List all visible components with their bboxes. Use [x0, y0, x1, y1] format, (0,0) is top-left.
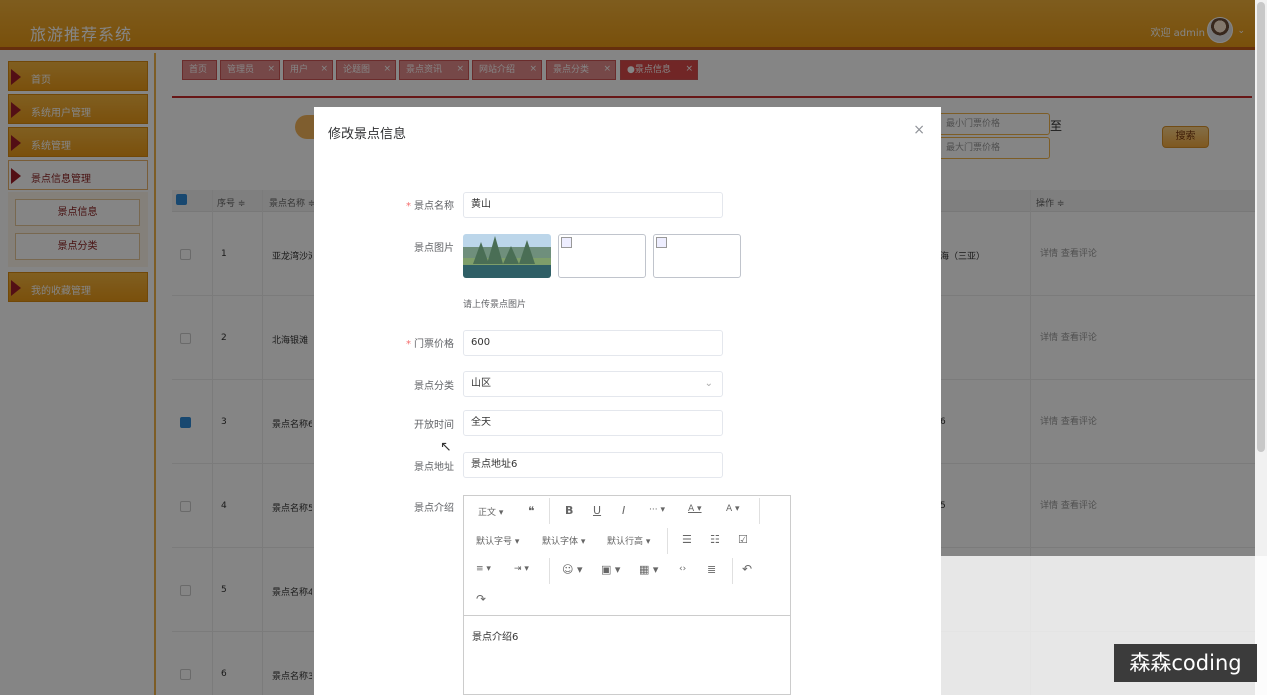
- divider-icon[interactable]: ≣: [707, 563, 716, 576]
- italic-icon[interactable]: I: [622, 504, 625, 517]
- divider: [759, 498, 760, 524]
- label-intro: 景点介绍: [414, 503, 454, 514]
- name-input[interactable]: 黄山: [463, 192, 723, 218]
- mountain-graphic: [503, 246, 519, 264]
- label-address: 景点地址: [414, 462, 454, 473]
- font-color-icon[interactable]: A ▾: [688, 504, 702, 514]
- paragraph-dropdown[interactable]: 正文 ▾: [478, 505, 503, 518]
- mountain-graphic: [519, 240, 535, 264]
- indent-dropdown[interactable]: ⇥ ▾: [514, 564, 529, 574]
- font-family-dropdown[interactable]: 默认字体 ▾: [542, 534, 585, 547]
- category-select[interactable]: 山区 ⌄: [463, 371, 723, 397]
- image-slot[interactable]: [653, 234, 741, 278]
- image-icon[interactable]: ▣ ▾: [601, 563, 620, 576]
- chevron-down-icon: ⌄: [704, 378, 713, 389]
- label-price: * 门票价格: [406, 339, 454, 350]
- emoji-icon[interactable]: ☺ ▾: [562, 563, 583, 576]
- upload-hint: 请上传景点图片: [463, 300, 527, 310]
- price-input[interactable]: 600: [463, 330, 723, 356]
- edit-scenic-dialog: 修改景点信息 × * 景点名称 黄山 景点图片 请上传景点图片 * 门票价格 600…: [314, 107, 941, 695]
- address-input[interactable]: 景点地址6: [463, 452, 723, 478]
- watermark: 森森coding: [1114, 644, 1257, 682]
- mouse-cursor-icon: ↖: [440, 439, 452, 455]
- label-open-time: 开放时间: [414, 420, 454, 431]
- underline-icon[interactable]: U: [593, 504, 601, 517]
- divider: [732, 558, 733, 584]
- broken-image-icon: [656, 237, 667, 248]
- open-time-input[interactable]: 全天: [463, 410, 723, 436]
- scrollbar-thumb[interactable]: [1257, 2, 1265, 452]
- dialog-title: 修改景点信息: [328, 127, 407, 142]
- quote-icon[interactable]: ❝: [528, 504, 534, 518]
- numbered-list-icon[interactable]: ☷: [710, 533, 720, 546]
- line-height-dropdown[interactable]: 默认行高 ▾: [607, 534, 650, 547]
- todo-icon[interactable]: ☑: [738, 533, 748, 546]
- bg-color-icon[interactable]: A ▾: [726, 504, 740, 514]
- bold-icon[interactable]: B: [565, 504, 573, 517]
- undo-icon[interactable]: ↶: [742, 562, 752, 576]
- rich-text-editor[interactable]: 正文 ▾ ❝ B U I ··· ▾ A ▾ A ▾ 默认字号 ▾ 默认字体 ▾…: [463, 495, 791, 695]
- editor-toolbar: 正文 ▾ ❝ B U I ··· ▾ A ▾ A ▾ 默认字号 ▾ 默认字体 ▾…: [464, 496, 790, 616]
- label-images: 景点图片: [414, 243, 454, 254]
- align-dropdown[interactable]: ≡ ▾: [476, 564, 491, 574]
- table-icon[interactable]: ▦ ▾: [639, 563, 658, 576]
- divider: [667, 528, 668, 554]
- label-name: * 景点名称: [406, 201, 454, 212]
- scenic-image[interactable]: [463, 234, 551, 278]
- bullet-list-icon[interactable]: ☰: [682, 533, 692, 546]
- divider: [549, 558, 550, 584]
- broken-image-icon: [561, 237, 572, 248]
- image-slot[interactable]: [558, 234, 646, 278]
- category-value: 山区: [471, 378, 491, 389]
- label-category: 景点分类: [414, 381, 454, 392]
- font-size-dropdown[interactable]: 默认字号 ▾: [476, 534, 519, 547]
- more-icon[interactable]: ··· ▾: [649, 505, 665, 515]
- close-icon[interactable]: ×: [913, 122, 925, 138]
- redo-icon[interactable]: ↷: [476, 592, 486, 606]
- editor-content[interactable]: 景点介绍6: [472, 628, 518, 643]
- divider: [549, 498, 550, 524]
- mountain-graphic: [487, 236, 503, 264]
- code-icon[interactable]: ‹›: [679, 564, 686, 574]
